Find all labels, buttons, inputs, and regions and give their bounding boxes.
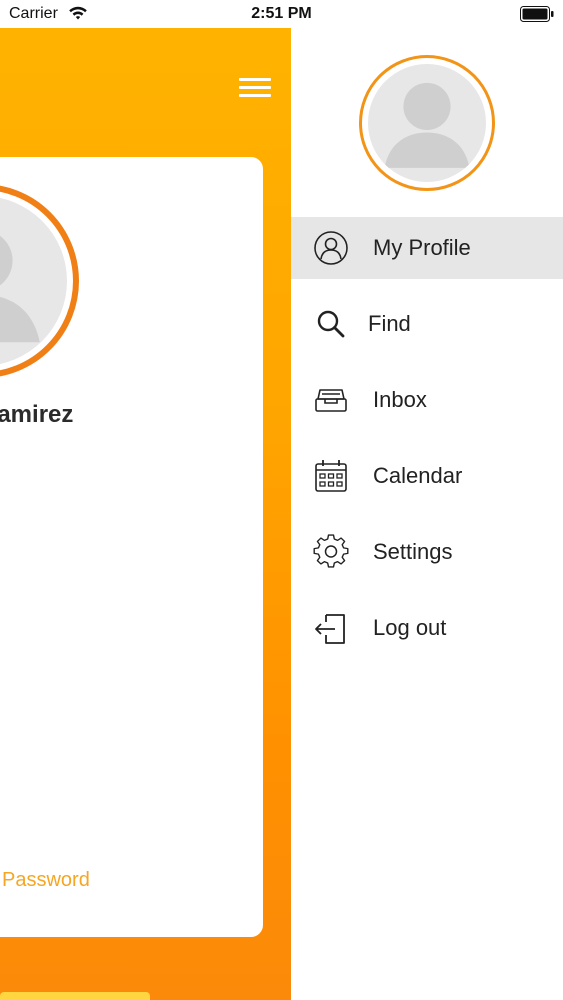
menu-item-inbox[interactable]: Inbox (291, 369, 563, 431)
battery-icon (520, 6, 554, 22)
hamburger-menu-icon[interactable] (239, 78, 271, 100)
menu-item-find[interactable]: Find (291, 293, 563, 355)
menu-label: Find (368, 311, 411, 336)
status-bar: Carrier 2:51 PM (0, 0, 563, 28)
menu-label: Calendar (373, 463, 463, 488)
menu-label: Log out (373, 615, 447, 640)
menu-item-calendar[interactable]: Calendar (291, 445, 563, 507)
gear-icon (313, 534, 349, 568)
profile-name: Ramirez (0, 401, 74, 428)
menu-item-settings[interactable]: Settings (291, 521, 563, 583)
profile-card: Ramirez Password (0, 157, 263, 937)
main-screen: Ramirez Password (0, 28, 291, 1000)
avatar-placeholder-icon (384, 82, 470, 168)
password-link[interactable]: Password (2, 869, 90, 892)
menu-item-my-profile[interactable]: My Profile (291, 217, 563, 279)
menu-avatar[interactable] (359, 55, 495, 191)
menu-item-log-out[interactable]: Log out (291, 597, 563, 659)
profile-avatar[interactable] (0, 184, 79, 378)
menu-label: Settings (373, 539, 453, 564)
menu-label: Inbox (373, 387, 427, 412)
side-menu: My Profile Find Inbox Calendar Settings … (291, 28, 563, 1000)
menu-label: My Profile (373, 235, 471, 260)
clock: 2:51 PM (251, 5, 312, 22)
inbox-icon (315, 389, 347, 412)
profile-icon (314, 231, 348, 265)
avatar-placeholder-icon (0, 235, 40, 343)
bottom-button-edge[interactable] (0, 992, 150, 1000)
search-icon (317, 310, 345, 338)
logout-icon (315, 614, 345, 644)
calendar-icon (315, 460, 347, 492)
